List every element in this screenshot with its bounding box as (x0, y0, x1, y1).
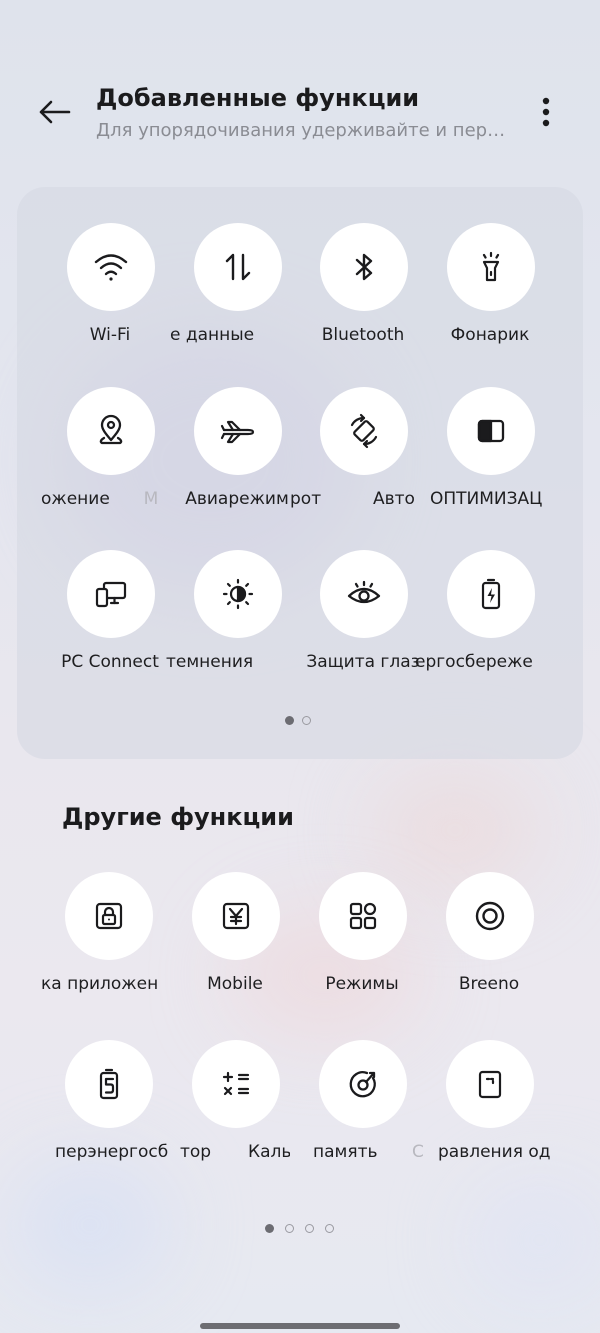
auto-rotate-icon (350, 413, 378, 449)
tile-label: Bluetooth (321, 325, 405, 345)
tile-circle[interactable] (194, 550, 282, 638)
tile-one-hand-mode[interactable]: равления од (426, 1040, 552, 1180)
tile-circle[interactable] (67, 223, 155, 311)
partial-tile-label: Авто (373, 489, 415, 509)
tile-memory-clean[interactable]: память (299, 1040, 425, 1180)
pc-connect-icon (95, 581, 127, 608)
optimization-icon (477, 419, 505, 443)
tile-circle[interactable] (447, 550, 535, 638)
tile-airplane-mode[interactable]: Авиарежим (174, 387, 300, 527)
back-button[interactable] (34, 94, 74, 130)
tile-dimming[interactable]: темнения (166, 550, 300, 690)
added-pager[interactable] (285, 716, 311, 725)
one-hand-mode-icon (478, 1070, 502, 1099)
tile-bluetooth[interactable]: Bluetooth (300, 223, 426, 363)
tile-circle[interactable] (65, 1040, 153, 1128)
super-power-saver-icon (99, 1068, 119, 1100)
tile-circle[interactable] (447, 387, 535, 475)
tile-label: Защита глаз (306, 652, 420, 672)
tile-breeno[interactable]: Breeno (426, 872, 552, 1012)
home-indicator[interactable] (200, 1323, 400, 1329)
tile-label: Режимы (325, 974, 399, 994)
more-vertical-icon (542, 97, 550, 127)
mobile-data-icon (225, 253, 251, 281)
page-subtitle: Для упорядочивания удерживайте и пере… (96, 120, 516, 141)
tile-label: Каль (248, 1142, 290, 1162)
tile-label: ергосбереже (415, 652, 533, 672)
airplane-icon (220, 420, 255, 444)
tile-label: Breeno (458, 974, 520, 994)
app-lock-icon (95, 902, 123, 930)
tile-label: перэнергосбе (55, 1142, 169, 1162)
header: Добавленные функции Для упорядочивания у… (0, 0, 600, 170)
tile-label: память (313, 1142, 378, 1162)
tile-circle[interactable] (319, 872, 407, 960)
partial-tile-label: М (143, 489, 159, 509)
tile-label: PC Connect (61, 652, 159, 672)
tile-calculator[interactable]: Каль (172, 1040, 298, 1180)
tile-circle[interactable] (192, 872, 280, 960)
tile-label: ОПТИМИЗАЦ (430, 489, 543, 509)
tile-mobile-data[interactable]: е данные (170, 223, 300, 363)
tile-circle[interactable] (446, 1040, 534, 1128)
tile-circle[interactable] (67, 550, 155, 638)
tile-wifi[interactable]: Wi-Fi (47, 223, 173, 363)
tile-circle[interactable] (67, 387, 155, 475)
page-dot[interactable] (325, 1224, 334, 1233)
tile-battery-saver[interactable]: ергосбереже (415, 550, 553, 690)
tile-flashlight[interactable]: Фонарик (427, 223, 553, 363)
tile-circle[interactable] (447, 223, 535, 311)
dimming-icon (222, 578, 254, 610)
wifi-icon (94, 254, 128, 281)
bluetooth-icon (355, 253, 373, 281)
tile-label: Wi-Fi (89, 325, 131, 345)
tile-circle[interactable] (194, 223, 282, 311)
tile-circle[interactable] (320, 223, 408, 311)
section-title-other: Другие функции (62, 803, 294, 831)
tile-circle[interactable] (320, 550, 408, 638)
page-dot[interactable] (285, 1224, 294, 1233)
flashlight-icon (482, 251, 500, 282)
location-icon (99, 414, 123, 445)
tile-label: Mobile (207, 974, 263, 994)
tile-circle[interactable] (65, 872, 153, 960)
tile-circle[interactable] (319, 1040, 407, 1128)
tile-modes[interactable]: Режимы (299, 872, 425, 1012)
tile-circle[interactable] (194, 387, 282, 475)
page-dot[interactable] (302, 716, 311, 725)
tile-label: темнения (166, 652, 254, 672)
page-dot-active[interactable] (265, 1224, 274, 1233)
tile-pc-connect[interactable]: PC Connect (47, 550, 173, 690)
tile-mobile-payments[interactable]: Mobile (172, 872, 298, 1012)
page-dot[interactable] (305, 1224, 314, 1233)
tile-circle[interactable] (320, 387, 408, 475)
modes-grid-icon (349, 902, 377, 930)
tile-optimization[interactable]: ОПТИМИЗАЦ (427, 387, 553, 527)
page-dot-active[interactable] (285, 716, 294, 725)
tile-label: ка приложен (41, 974, 159, 994)
other-pager[interactable] (265, 1224, 334, 1233)
tile-label: равления од (438, 1142, 550, 1162)
memory-clean-icon (349, 1071, 376, 1098)
tile-circle[interactable] (446, 872, 534, 960)
breeno-icon (475, 901, 505, 931)
eye-protection-icon (347, 580, 381, 604)
tile-label: Фонарик (450, 325, 530, 345)
tile-eye-protection[interactable]: Защита глаз (300, 550, 426, 690)
page-title: Добавленные функции (96, 84, 420, 112)
tile-circle[interactable] (192, 1040, 280, 1128)
tile-label: е данные (170, 325, 255, 345)
tile-super-power-saver[interactable]: перэнергосбе (45, 1040, 171, 1180)
battery-saver-icon (481, 578, 501, 610)
yen-icon (222, 902, 250, 930)
arrow-left-icon (39, 100, 71, 124)
calculator-icon (222, 1071, 250, 1096)
tile-app-lock[interactable]: ка приложен (41, 872, 171, 1012)
tile-label: Авиарежим (185, 489, 289, 509)
more-options-button[interactable] (528, 92, 564, 132)
